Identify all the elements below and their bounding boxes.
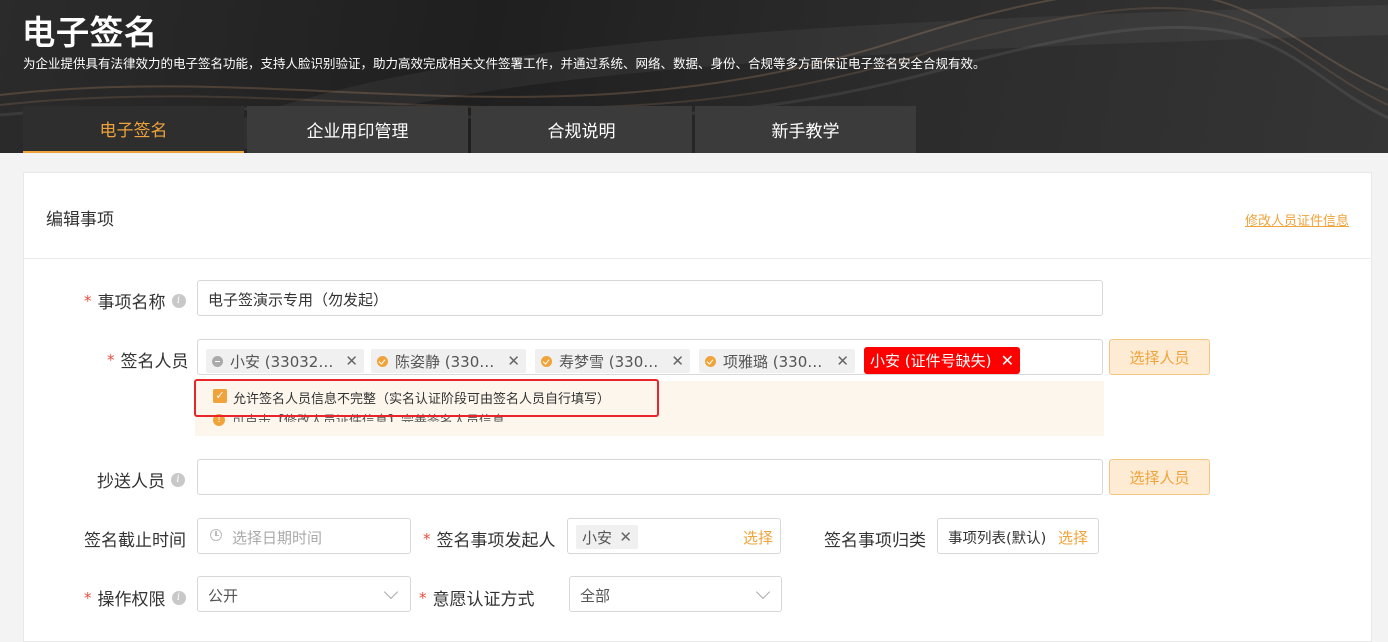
category-value: 事项列表(默认) xyxy=(948,531,1047,547)
signer-tag: 项雅璐 (330… ✕ xyxy=(699,349,855,373)
tab-tutorial[interactable]: 新手教学 xyxy=(695,106,916,153)
info-icon[interactable]: i xyxy=(171,472,185,487)
app-subtitle: 为企业提供具有法律效力的电子签名功能，支持人脸识别验证，助力高效完成相关文件签署… xyxy=(23,56,986,71)
tab-compliance[interactable]: 合规说明 xyxy=(471,106,692,153)
chevron-down-icon xyxy=(383,584,399,600)
app-title: 电子签名 xyxy=(22,13,158,52)
info-icon[interactable]: i xyxy=(171,590,186,605)
chevron-down-icon xyxy=(755,584,771,600)
card-title: 编辑事项 xyxy=(46,210,114,230)
auth-method-label: * 意愿认证方式 xyxy=(419,585,535,611)
item-name-value: 电子签演示专用（勿发起） xyxy=(208,291,389,309)
close-icon[interactable]: ✕ xyxy=(507,352,520,370)
signer-tag: 寿梦雪 (330… ✕ xyxy=(535,349,690,373)
deadline-placeholder: 选择日期时间 xyxy=(232,529,323,547)
close-icon[interactable]: ✕ xyxy=(671,352,684,370)
required-mark: * xyxy=(84,291,92,310)
required-mark: * xyxy=(84,588,92,607)
initiator-tag-text: 小安 xyxy=(582,528,613,547)
required-mark: * xyxy=(107,350,115,369)
check-circle-icon xyxy=(541,355,552,367)
signer-error-tag: 小安 (证件号缺失) ✕ xyxy=(864,347,1020,374)
initiator-label-text: 签名事项发起人 xyxy=(436,531,556,551)
initiator-select-link[interactable]: 选择 xyxy=(743,527,773,548)
tab-esign[interactable]: 电子签名 xyxy=(23,106,244,153)
signers-label-text: 签名人员 xyxy=(120,352,189,372)
tab-seal-management[interactable]: 企业用印管理 xyxy=(247,106,468,153)
signer-tag-text: 寿梦雪 (330… xyxy=(559,352,659,371)
signer-tag-text: 小安 (33032… xyxy=(230,352,334,371)
edit-id-info-link[interactable]: 修改人员证件信息 xyxy=(1245,210,1349,229)
category-input[interactable]: 事项列表(默认) 选择 xyxy=(937,518,1099,554)
check-circle-icon xyxy=(705,355,716,367)
check-circle-icon xyxy=(377,355,388,367)
category-label: 签名事项归类 xyxy=(824,531,926,551)
signers-input[interactable]: 小安 (33032… ✕ 陈姿静 (330… ✕ 寿梦雪 (330… ✕ 项雅璐… xyxy=(197,339,1103,375)
signers-label: * 签名人员 xyxy=(107,347,189,373)
close-icon[interactable]: ✕ xyxy=(345,352,358,370)
item-name-label-text: 事项名称 xyxy=(97,293,166,313)
signer-error-tag-text: 小安 (证件号缺失) xyxy=(870,352,992,370)
clock-icon xyxy=(210,529,222,541)
close-icon[interactable]: ✕ xyxy=(619,528,632,546)
deadline-label: 签名截止时间 xyxy=(84,531,186,551)
initiator-input[interactable]: 小安 ✕ 选择 xyxy=(567,518,781,554)
signer-tag: 陈姿静 (330… ✕ xyxy=(371,349,526,373)
required-mark: * xyxy=(423,529,431,548)
cc-label: 抄送人员 i xyxy=(97,467,185,492)
info-icon[interactable]: i xyxy=(171,293,186,308)
item-name-label: * 事项名称 i xyxy=(84,288,186,313)
permission-value: 公开 xyxy=(208,587,239,605)
close-icon[interactable]: ✕ xyxy=(1001,351,1014,370)
signer-tag: 小安 (33032… ✕ xyxy=(206,349,364,373)
tab-bar: 电子签名 企业用印管理 合规说明 新手教学 xyxy=(23,106,919,153)
initiator-tag: 小安 ✕ xyxy=(576,525,638,549)
select-cc-button[interactable]: 选择人员 xyxy=(1109,459,1210,495)
close-icon[interactable]: ✕ xyxy=(836,352,849,370)
category-select-link[interactable]: 选择 xyxy=(1058,527,1088,548)
cc-label-text: 抄送人员 xyxy=(97,472,165,492)
signer-tag-text: 项雅璐 (330… xyxy=(723,352,823,371)
select-signers-button[interactable]: 选择人员 xyxy=(1109,339,1210,375)
auth-method-label-text: 意愿认证方式 xyxy=(432,590,535,610)
highlight-box xyxy=(194,379,659,417)
item-name-input[interactable]: 电子签演示专用（勿发起） xyxy=(197,280,1103,316)
signer-tag-text: 陈姿静 (330… xyxy=(395,352,495,371)
deadline-input[interactable]: 选择日期时间 xyxy=(197,518,411,554)
permission-label: * 操作权限 i xyxy=(84,585,186,610)
permission-select[interactable]: 公开 xyxy=(197,576,411,612)
permission-label-text: 操作权限 xyxy=(97,590,166,610)
minus-circle-icon xyxy=(212,355,223,367)
cc-input[interactable] xyxy=(197,459,1103,495)
auth-method-value: 全部 xyxy=(580,587,611,605)
card-header: 编辑事项 修改人员证件信息 xyxy=(24,173,1371,259)
page-header: 电子签名 为企业提供具有法律效力的电子签名功能，支持人脸识别验证，助力高效完成相… xyxy=(0,0,1388,153)
initiator-label: * 签名事项发起人 xyxy=(423,526,556,552)
auth-method-select[interactable]: 全部 xyxy=(569,576,782,612)
required-mark: * xyxy=(419,588,427,607)
